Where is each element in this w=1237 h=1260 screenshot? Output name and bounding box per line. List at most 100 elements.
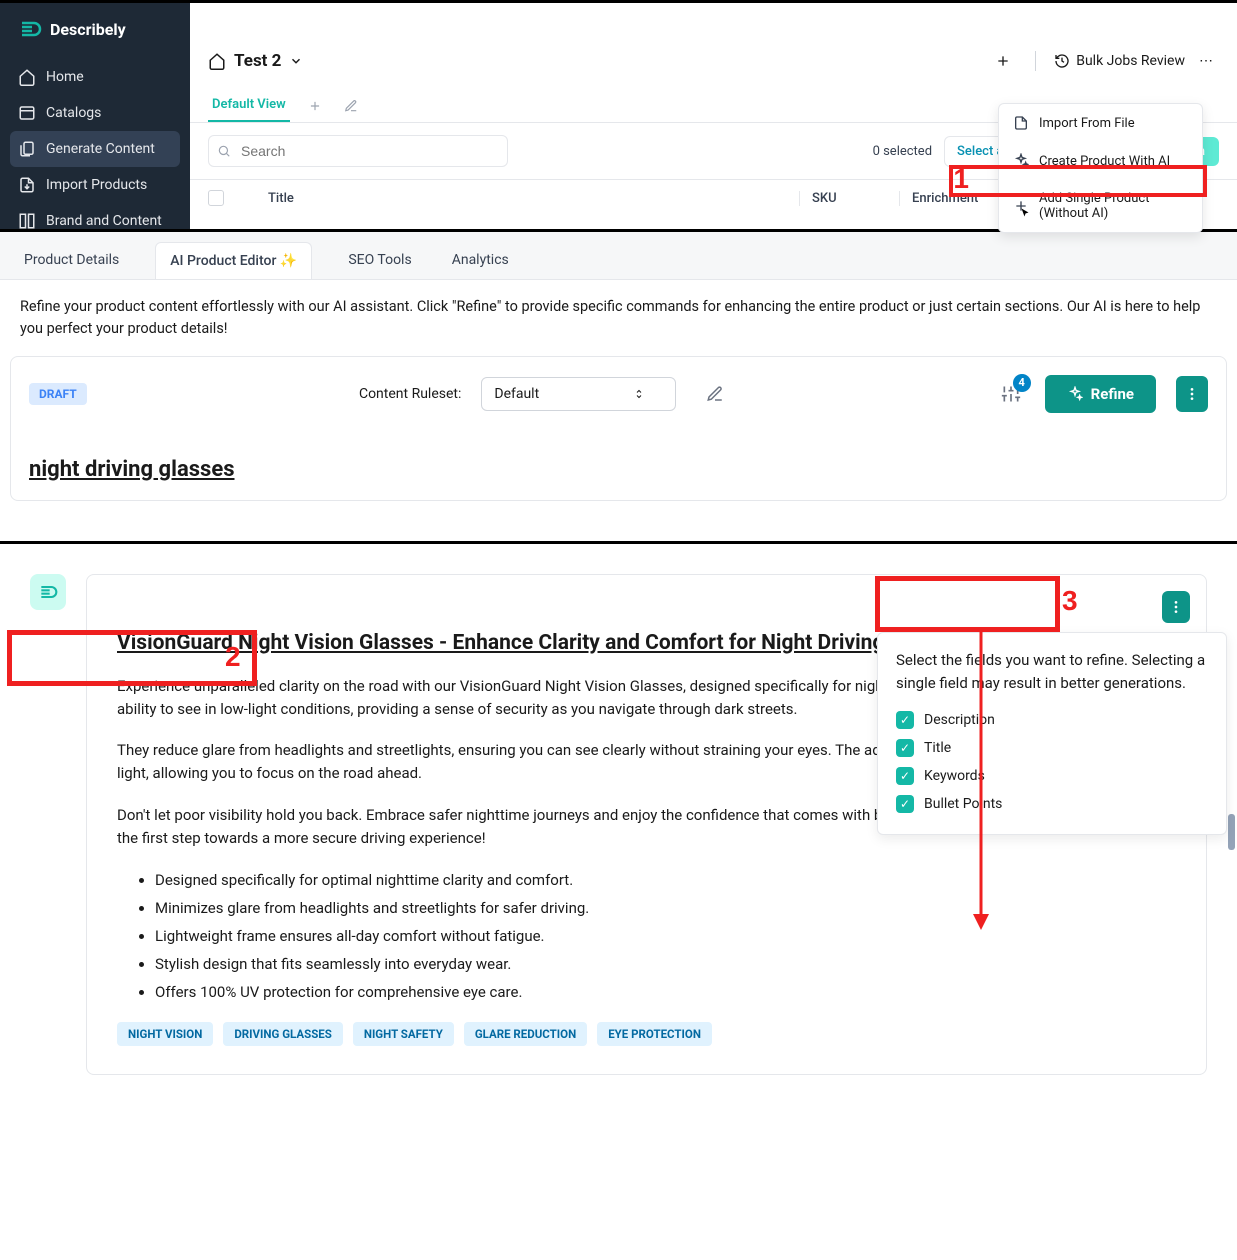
dots-vertical-icon xyxy=(1168,599,1184,615)
brand-icon xyxy=(18,212,36,230)
sidebar-item-import-products[interactable]: Import Products xyxy=(0,167,190,203)
dots-vertical-icon xyxy=(1184,386,1200,402)
edit-icon xyxy=(706,385,724,403)
sidebar-item-label: Import Products xyxy=(46,177,147,193)
editor-card: DRAFT Content Ruleset: Default 4 Refine xyxy=(10,356,1227,501)
file-icon xyxy=(1013,115,1029,131)
sidebar-item-label: Home xyxy=(46,69,84,85)
tab-product-details[interactable]: Product Details xyxy=(20,242,123,279)
home-icon xyxy=(18,68,36,86)
describely-logo-icon xyxy=(18,17,42,41)
select-all-checkbox[interactable] xyxy=(208,190,248,206)
refine-option-title[interactable]: ✓ Title xyxy=(896,734,1208,762)
sidebar-item-label: Generate Content xyxy=(46,141,155,157)
output-more-button[interactable] xyxy=(1162,591,1190,623)
divider xyxy=(1035,51,1036,71)
menu-item-label: Add Single Product (Without AI) xyxy=(1039,191,1188,221)
keyword-tag[interactable]: NIGHT SAFETY xyxy=(353,1022,454,1046)
column-enrichment[interactable]: Enrichment xyxy=(899,191,999,206)
ai-avatar xyxy=(30,574,66,610)
refine-option-description[interactable]: ✓ Description xyxy=(896,706,1208,734)
tab-seo-tools[interactable]: SEO Tools xyxy=(344,242,415,279)
card-toolbar: DRAFT Content Ruleset: Default 4 Refine xyxy=(29,375,1208,413)
scrollbar-thumb[interactable] xyxy=(1228,814,1235,850)
menu-item-label: Create Product With AI xyxy=(1039,154,1170,169)
tab-ai-product-editor[interactable]: AI Product Editor ✨ xyxy=(155,242,312,279)
bullet-item: Lightweight frame ensures all-day comfor… xyxy=(155,924,1176,948)
catalog-header-icon xyxy=(208,52,226,70)
bullet-item: Stylish design that fits seamlessly into… xyxy=(155,952,1176,976)
catalog-selector[interactable]: Test 2 xyxy=(208,51,303,71)
ruleset-value: Default xyxy=(494,386,539,402)
history-icon xyxy=(1054,53,1070,69)
menu-add-single-product[interactable]: Add Single Product (Without AI) xyxy=(999,180,1202,232)
output-bullets: Designed specifically for optimal nightt… xyxy=(155,868,1176,1004)
edit-view-button[interactable] xyxy=(340,95,362,117)
keyword-tag[interactable]: GLARE REDUCTION xyxy=(464,1022,587,1046)
tab-analytics[interactable]: Analytics xyxy=(448,242,513,279)
bullet-item: Minimizes glare from headlights and stre… xyxy=(155,896,1176,920)
menu-import-from-file[interactable]: Import From File xyxy=(999,104,1202,142)
popup-instruction: Select the fields you want to refine. Se… xyxy=(896,649,1208,694)
keyword-tag[interactable]: NIGHT VISION xyxy=(117,1022,213,1046)
refine-fields-popup: Select the fields you want to refine. Se… xyxy=(877,632,1227,835)
add-button[interactable] xyxy=(989,47,1017,75)
more-actions-button[interactable] xyxy=(1176,376,1208,412)
refine-label: Refine xyxy=(1091,385,1134,403)
checkbox-checked-icon: ✓ xyxy=(896,767,914,785)
bulk-jobs-review-button[interactable]: Bulk Jobs Review xyxy=(1054,53,1185,69)
selected-count: 0 selected xyxy=(873,144,932,159)
catalog-name-text: Test 2 xyxy=(234,51,281,71)
brand-name: Describely xyxy=(50,20,126,39)
main-content: Test 2 Bulk Jobs Review ⋯ Default View xyxy=(190,3,1237,229)
bullet-item: Offers 100% UV protection for comprehens… xyxy=(155,980,1176,1004)
refine-option-keywords[interactable]: ✓ Keywords xyxy=(896,762,1208,790)
bulk-review-label: Bulk Jobs Review xyxy=(1076,53,1185,69)
refine-option-bullet-points[interactable]: ✓ Bullet Points xyxy=(896,790,1208,818)
menu-item-label: Import From File xyxy=(1039,116,1135,131)
ruleset-select[interactable]: Default xyxy=(481,377,676,411)
more-icon: ⋯ xyxy=(1199,53,1213,69)
search-input[interactable] xyxy=(208,135,508,167)
option-label: Keywords xyxy=(924,768,985,784)
intro-text: Refine your product content effortlessly… xyxy=(0,280,1237,356)
filter-sliders-button[interactable]: 4 xyxy=(997,380,1025,408)
ruleset-label: Content Ruleset: xyxy=(359,386,461,402)
add-view-button[interactable] xyxy=(304,95,326,117)
chevron-down-icon xyxy=(289,54,303,68)
filter-count-badge: 4 xyxy=(1013,374,1031,392)
add-product-menu: Import From File Create Product With AI … xyxy=(998,103,1203,233)
product-title-input[interactable]: night driving glasses xyxy=(29,457,1208,482)
sidebar-item-label: Catalogs xyxy=(46,105,101,121)
sparkle-icon xyxy=(1067,386,1083,402)
catalog-icon xyxy=(18,104,36,122)
search-icon xyxy=(217,144,231,158)
sidebar-item-catalogs[interactable]: Catalogs xyxy=(0,95,190,131)
catalog-header: Test 2 Bulk Jobs Review ⋯ xyxy=(190,3,1237,89)
cursor-icon xyxy=(1019,207,1031,219)
keyword-tag[interactable]: DRIVING GLASSES xyxy=(223,1022,343,1046)
sidebar-item-home[interactable]: Home xyxy=(0,59,190,95)
keyword-tag[interactable]: EYE PROTECTION xyxy=(597,1022,712,1046)
sidebar: Describely Home Catalogs Generate Conten… xyxy=(0,3,190,229)
sidebar-item-generate-content[interactable]: Generate Content xyxy=(10,131,180,167)
bullet-item: Designed specifically for optimal nightt… xyxy=(155,868,1176,892)
keyword-tags: NIGHT VISION DRIVING GLASSES NIGHT SAFET… xyxy=(117,1022,1176,1046)
column-sku[interactable]: SKU xyxy=(799,191,899,206)
edit-ruleset-button[interactable] xyxy=(706,385,724,403)
checkbox-checked-icon: ✓ xyxy=(896,711,914,729)
sparkle-icon xyxy=(1013,153,1029,169)
menu-create-product-ai[interactable]: Create Product With AI xyxy=(999,142,1202,180)
checkbox-checked-icon: ✓ xyxy=(896,795,914,813)
option-label: Description xyxy=(924,712,995,728)
checkbox-checked-icon: ✓ xyxy=(896,739,914,757)
plus-icon xyxy=(995,53,1011,69)
draft-badge: DRAFT xyxy=(29,383,87,405)
column-title[interactable]: Title xyxy=(248,191,799,206)
describely-logo-icon xyxy=(38,582,58,602)
brand-logo: Describely xyxy=(0,17,190,59)
refine-button[interactable]: Refine xyxy=(1045,375,1156,413)
more-button[interactable]: ⋯ xyxy=(1193,47,1219,75)
editor-tabs: Product Details AI Product Editor ✨ SEO … xyxy=(0,232,1237,280)
tab-default-view[interactable]: Default View xyxy=(208,89,290,122)
